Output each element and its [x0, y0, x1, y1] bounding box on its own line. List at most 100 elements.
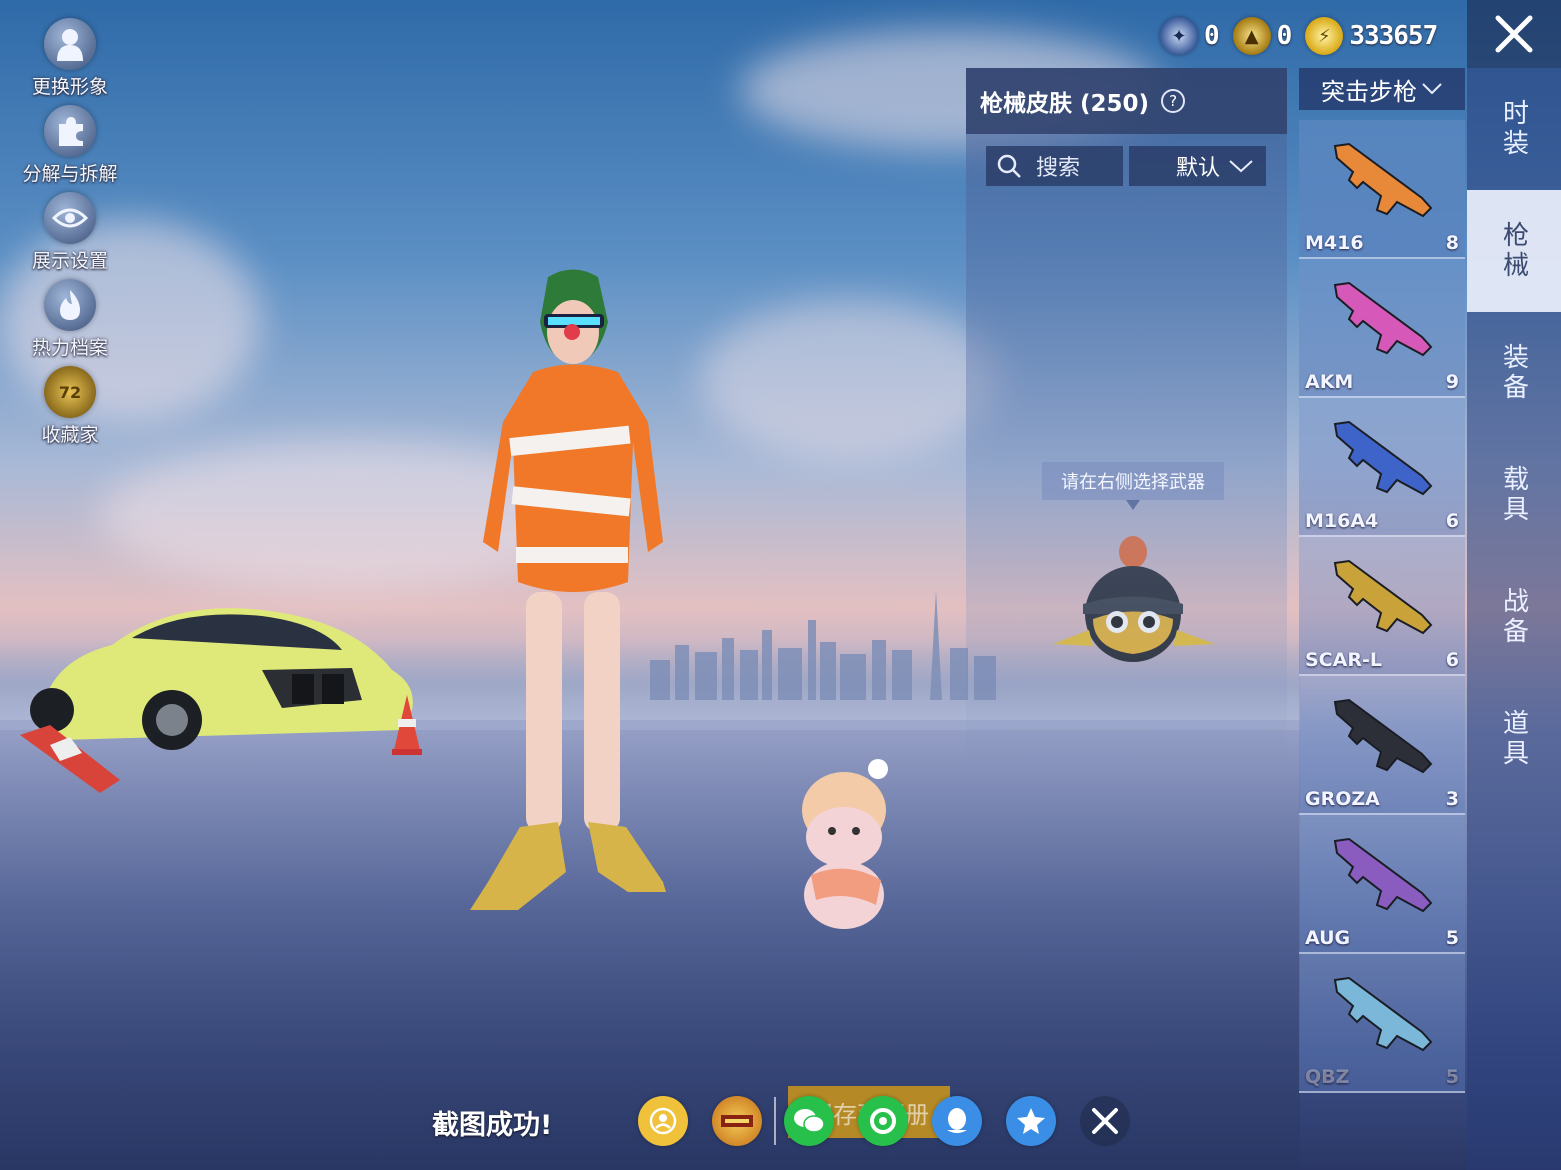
- blue-coin-icon: ✦: [1160, 17, 1198, 55]
- weapon-item[interactable]: AUG 5: [1299, 815, 1465, 954]
- share-close-button[interactable]: [1080, 1096, 1130, 1146]
- weapon-skin-count: 6: [1445, 510, 1459, 532]
- sort-dropdown[interactable]: 默认: [1129, 146, 1266, 186]
- share-wechat-button[interactable]: [784, 1096, 834, 1146]
- display-settings-label: 展示设置: [31, 250, 108, 272]
- weapon-skin-count: 8: [1445, 232, 1459, 254]
- close-icon: [1092, 1108, 1118, 1134]
- skin-panel-header: 枪械皮肤 (250) ?: [966, 68, 1287, 134]
- tab-vehicles[interactable]: 载具: [1467, 434, 1561, 556]
- weapon-type-label: 突击步枪: [1321, 77, 1417, 106]
- weapon-item[interactable]: GROZA 3: [1299, 676, 1465, 815]
- search-input[interactable]: 搜索: [986, 146, 1123, 186]
- screenshot-success-text: 截图成功!: [432, 1110, 553, 1141]
- game-friend-icon: [649, 1107, 677, 1135]
- share-moments-button[interactable]: [858, 1096, 908, 1146]
- share-qzone-button[interactable]: [1006, 1096, 1056, 1146]
- decompose-button[interactable]: 分解与拆解: [14, 105, 126, 192]
- weapon-skin-count: 9: [1445, 371, 1459, 393]
- tab-fashion[interactable]: 时装: [1467, 68, 1561, 190]
- tab-fashion-label: 时装: [1498, 99, 1529, 159]
- tab-weapons[interactable]: 枪械: [1467, 190, 1561, 312]
- collector-label: 收藏家: [41, 424, 99, 446]
- weapon-name: M16A4: [1305, 510, 1379, 532]
- currency-bar: ✦ 0 ▲ 0 ⚡ 333657: [1160, 14, 1451, 58]
- traffic-cone: [392, 695, 422, 755]
- weapon-name: QBZ: [1305, 1066, 1350, 1088]
- player-character: [470, 269, 666, 910]
- close-icon: [1495, 15, 1533, 53]
- weapon-skin-icon: [1333, 559, 1433, 635]
- game-for-peace-icon: [721, 1115, 753, 1127]
- category-tabs: 时装 枪械 装备 载具 战备 道具: [1467, 68, 1561, 1170]
- skin-panel-controls: 搜索 默认: [986, 146, 1287, 186]
- gold-coin-icon: ▲: [1232, 17, 1271, 55]
- chevron-down-icon: [1229, 160, 1253, 173]
- skin-panel-title: 枪械皮肤 (250): [980, 91, 1150, 117]
- currency-lightning-value: 333657: [1349, 21, 1438, 51]
- weapon-column: 突击步枪 M416 8 AKM 9 M16A4 6 SCAR-L 6 GROZA 3 AUG 5 QBZ…: [1299, 68, 1465, 1170]
- weapon-skin-icon: [1333, 976, 1433, 1052]
- weapon-name: AUG: [1305, 927, 1351, 949]
- weapon-skin-icon: [1333, 281, 1433, 357]
- qzone-icon: [1017, 1108, 1045, 1134]
- wechat-icon: [794, 1109, 825, 1133]
- weapon-name: AKM: [1305, 371, 1354, 393]
- person-icon: [44, 18, 96, 70]
- qq-icon: [947, 1108, 967, 1133]
- share-game-friend-button[interactable]: [638, 1096, 688, 1146]
- collector-level: 72: [58, 382, 82, 402]
- share-game-for-peace-button[interactable]: [712, 1096, 762, 1146]
- share-qq-button[interactable]: [932, 1096, 982, 1146]
- weapon-item[interactable]: SCAR-L 6: [1299, 537, 1465, 676]
- tab-equipment-label: 装备: [1498, 343, 1529, 403]
- chevron-down-icon: [1422, 83, 1442, 95]
- search-placeholder: 搜索: [1036, 156, 1081, 181]
- weapon-skin-count: 3: [1445, 788, 1459, 810]
- currency-blue[interactable]: ✦ 0: [1160, 17, 1220, 55]
- puzzle-icon: [44, 105, 96, 157]
- tab-items-label: 道具: [1498, 709, 1529, 769]
- weapon-item[interactable]: AKM 9: [1299, 259, 1465, 398]
- heat-profile-button[interactable]: 热力档案: [14, 279, 126, 366]
- weapon-skin-count: 5: [1445, 927, 1459, 949]
- weapon-item[interactable]: M16A4 6: [1299, 398, 1465, 537]
- collector-button[interactable]: 72 收藏家: [14, 366, 126, 453]
- left-menu: 更换形象 分解与拆解 展示设置 热力档案 72 收藏家: [14, 18, 126, 453]
- close-button[interactable]: [1467, 0, 1561, 68]
- tab-battle-gear-label: 战备: [1498, 587, 1529, 647]
- weapon-skin-icon: [1333, 837, 1433, 913]
- weapon-skin-icon: [1333, 142, 1433, 218]
- display-settings-button[interactable]: 展示设置: [14, 192, 126, 279]
- weapon-name: GROZA: [1305, 788, 1380, 810]
- skin-panel: 枪械皮肤 (250) ? 搜索 默认: [966, 68, 1287, 788]
- eye-icon: [44, 192, 96, 244]
- weapon-item[interactable]: M416 8: [1299, 120, 1465, 259]
- help-icon[interactable]: ?: [1161, 89, 1186, 113]
- share-divider: [774, 1097, 776, 1145]
- weapon-item[interactable]: QBZ 5: [1299, 954, 1465, 1093]
- search-icon: [997, 154, 1021, 178]
- tab-equipment[interactable]: 装备: [1467, 312, 1561, 434]
- weapon-skin-count: 5: [1445, 1066, 1459, 1088]
- change-avatar-button[interactable]: 更换形象: [14, 18, 126, 105]
- tab-battle-gear[interactable]: 战备: [1467, 556, 1561, 678]
- weapon-list: M416 8 AKM 9 M16A4 6 SCAR-L 6 GROZA 3 AUG 5 QBZ 5: [1299, 120, 1465, 1093]
- sort-label: 默认: [1175, 156, 1220, 181]
- cloud: [700, 300, 1000, 460]
- lightning-coin-icon: ⚡: [1305, 17, 1344, 55]
- tab-vehicles-label: 载具: [1498, 465, 1529, 525]
- currency-gold[interactable]: ▲ 0: [1232, 17, 1293, 55]
- tab-weapons-label: 枪械: [1498, 221, 1529, 281]
- select-weapon-hint: 请在右侧选择武器: [1042, 462, 1224, 510]
- traffic-cone: [20, 725, 120, 793]
- currency-gold-value: 0: [1276, 21, 1293, 51]
- weapon-name: SCAR-L: [1305, 649, 1382, 671]
- collector-badge-icon: 72: [44, 366, 96, 418]
- weapon-type-select[interactable]: 突击步枪: [1299, 68, 1465, 110]
- tab-items[interactable]: 道具: [1467, 678, 1561, 800]
- currency-blue-value: 0: [1204, 21, 1220, 51]
- share-bar: [638, 1095, 1154, 1147]
- currency-lightning[interactable]: ⚡ 333657: [1305, 17, 1438, 55]
- weapon-skin-icon: [1333, 420, 1433, 496]
